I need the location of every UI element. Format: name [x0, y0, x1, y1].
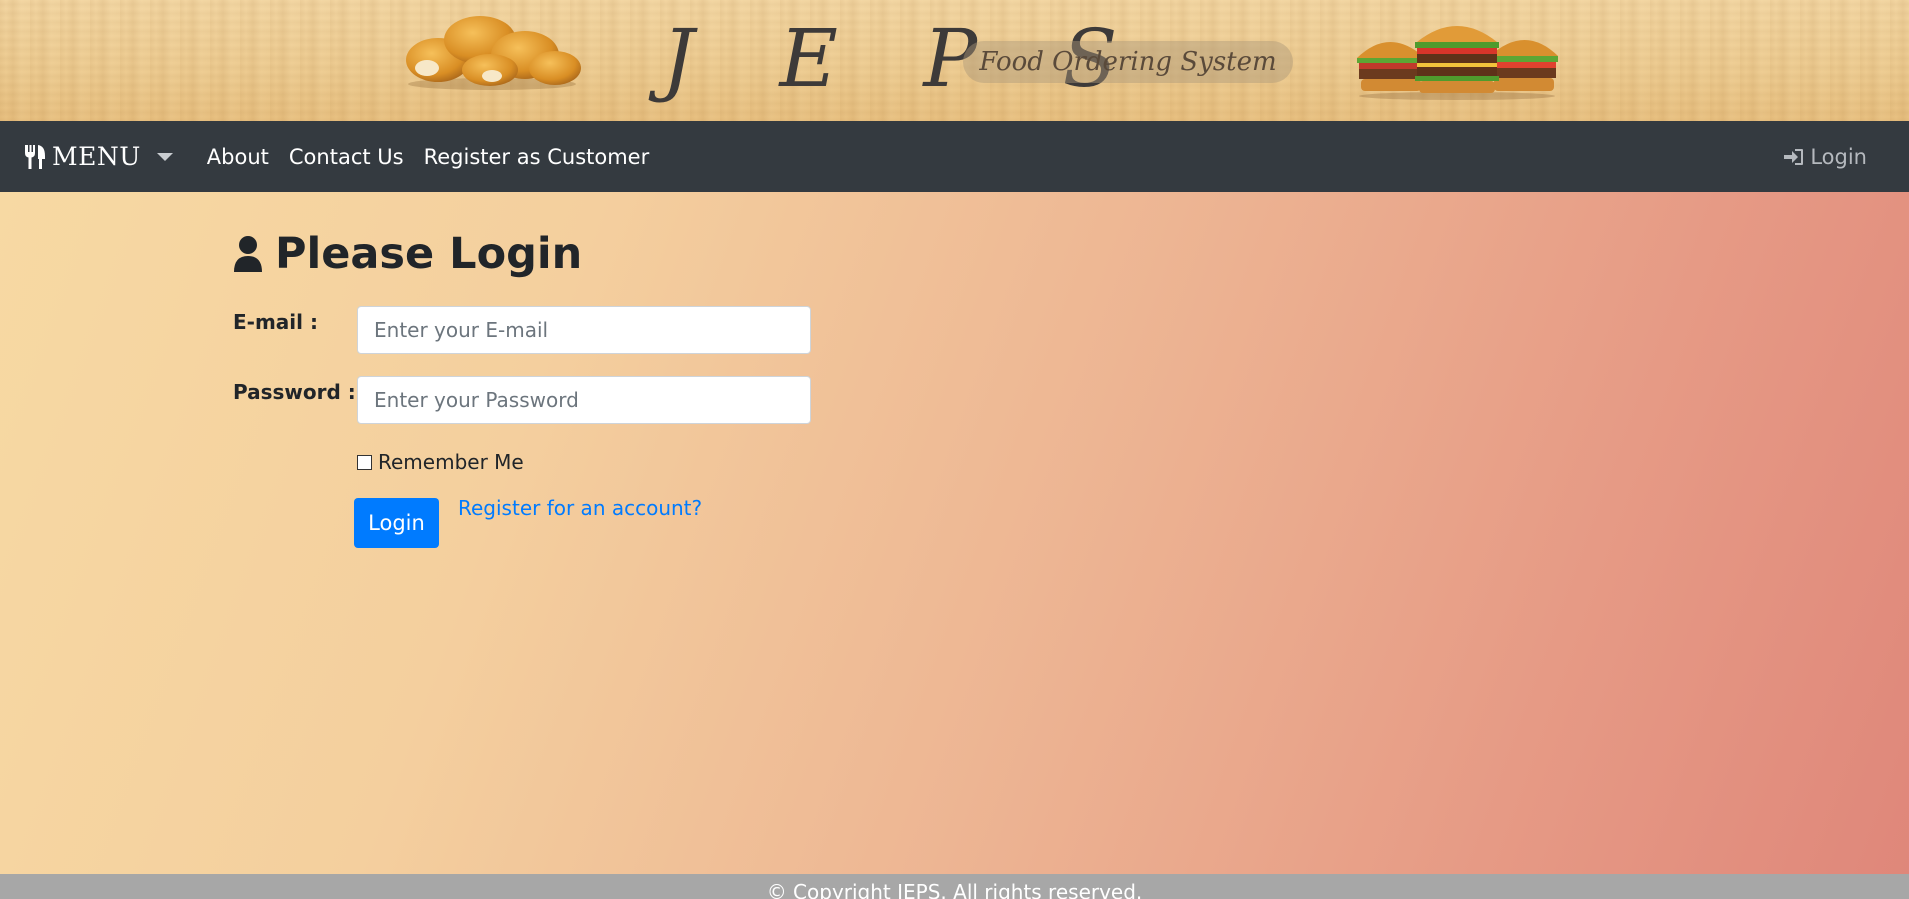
menu-label: MENU	[52, 142, 141, 171]
chicken-nuggets-image	[406, 16, 581, 90]
nav-link-register-customer[interactable]: Register as Customer	[424, 145, 650, 169]
nav-links: About Contact Us Register as Customer	[197, 145, 659, 169]
site-banner: J E P S Food Ordering System	[0, 0, 1909, 121]
caret-down-icon	[156, 152, 173, 161]
page-title: Please Login	[233, 228, 582, 280]
nav-login-link[interactable]: Login	[1784, 121, 1867, 192]
remember-me-checkbox[interactable]	[357, 454, 372, 470]
nav-link-about[interactable]: About	[207, 145, 269, 169]
copyright-text: © Copyright JEPS. All rights reserved.	[766, 880, 1143, 899]
remember-me-label[interactable]: Remember Me	[378, 450, 524, 474]
brand-tagline: Food Ordering System	[963, 41, 1293, 83]
login-button[interactable]: Login	[354, 498, 439, 548]
page-footer: © Copyright JEPS. All rights reserved.	[0, 874, 1909, 899]
nav-login-label: Login	[1810, 144, 1867, 169]
menu-dropdown-toggle[interactable]: MENU	[24, 137, 173, 177]
password-field[interactable]	[357, 376, 811, 424]
page-title-text: Please Login	[275, 229, 583, 279]
utensils-icon	[25, 144, 45, 169]
email-field[interactable]	[357, 306, 811, 354]
burgers-image	[1357, 26, 1558, 100]
nav-link-contact-us[interactable]: Contact Us	[289, 145, 404, 169]
register-account-link[interactable]: Register for an account?	[458, 496, 702, 520]
user-icon	[234, 236, 262, 272]
main-navbar: MENU About Contact Us Register as Custom…	[0, 121, 1909, 192]
login-section: Please Login E-mail : Password : Remembe…	[0, 192, 1909, 874]
sign-in-icon	[1784, 148, 1804, 165]
remember-me-row: Remember Me	[357, 450, 524, 474]
email-label: E-mail :	[233, 310, 318, 334]
password-label: Password :	[233, 380, 356, 404]
brand-logo: J E P S	[662, 12, 1148, 105]
